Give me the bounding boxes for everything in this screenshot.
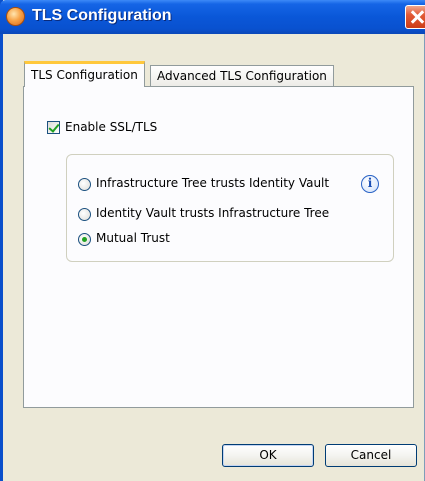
tab-advanced-tls-configuration[interactable]: Advanced TLS Configuration	[150, 65, 334, 87]
app-icon	[6, 7, 25, 26]
info-icon[interactable]: i	[361, 175, 379, 193]
window-title: TLS Configuration	[32, 7, 172, 24]
radio-infra-trusts-vault-label[interactable]: Infrastructure Tree trusts Identity Vaul…	[96, 176, 329, 190]
radio-mutual-trust-label[interactable]: Mutual Trust	[96, 231, 170, 245]
radio-vault-trusts-infra-label[interactable]: Identity Vault trusts Infrastructure Tre…	[96, 206, 329, 220]
radio-vault-trusts-infra[interactable]	[78, 208, 91, 221]
tab-tls-configuration[interactable]: TLS Configuration	[24, 61, 145, 87]
cancel-button[interactable]: Cancel	[325, 444, 417, 467]
radio-infra-trusts-vault[interactable]	[78, 178, 91, 191]
title-bar[interactable]: TLS Configuration	[0, 0, 425, 34]
enable-ssl-label[interactable]: Enable SSL/TLS	[65, 120, 157, 134]
radio-mutual-trust[interactable]	[78, 233, 91, 246]
enable-ssl-checkbox[interactable]	[47, 121, 60, 134]
close-button[interactable]	[405, 5, 425, 29]
ok-button[interactable]: OK	[222, 444, 314, 467]
